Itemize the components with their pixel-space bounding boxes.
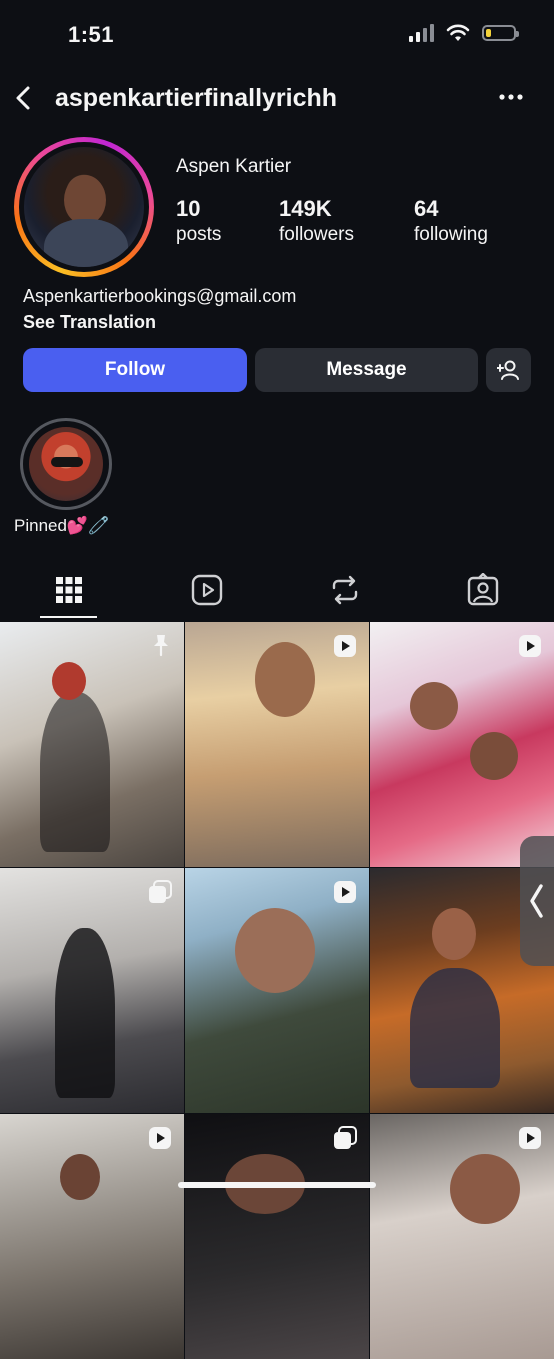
battery-icon — [482, 25, 519, 41]
stat-following[interactable]: 64 following — [414, 196, 488, 246]
person-add-icon — [496, 360, 519, 380]
pin-icon — [154, 635, 168, 657]
tab-reels-icon[interactable] — [190, 573, 224, 607]
bio-email[interactable]: Aspenkartierbookings@gmail.com — [23, 286, 296, 307]
post-thumbnail[interactable] — [0, 1114, 184, 1359]
tab-grid-icon[interactable] — [52, 573, 86, 607]
wifi-icon — [446, 24, 470, 41]
chevron-left-icon — [530, 884, 543, 918]
reel-icon — [334, 881, 356, 903]
status-time: 1:51 — [68, 22, 115, 47]
carousel-icon — [334, 1126, 357, 1149]
reel-icon — [334, 635, 356, 657]
follow-button[interactable]: Follow — [23, 348, 247, 392]
highlight-cover — [29, 427, 103, 501]
post-thumbnail[interactable] — [370, 622, 554, 867]
home-indicator[interactable] — [178, 1182, 376, 1188]
tab-tagged-icon[interactable] — [466, 573, 500, 607]
stat-label: following — [414, 224, 488, 245]
reel-icon — [519, 1127, 541, 1149]
avatar-image — [24, 147, 144, 267]
post-thumbnail[interactable] — [0, 868, 184, 1113]
stat-value: 149K — [279, 196, 332, 221]
display-name: Aspen Kartier — [176, 156, 292, 177]
more-options-icon[interactable] — [498, 86, 524, 108]
post-thumbnail[interactable] — [185, 1114, 369, 1359]
active-tab-indicator — [40, 616, 97, 618]
stat-followers[interactable]: 149K followers — [279, 196, 354, 246]
stat-value: 10 — [176, 196, 201, 221]
reel-icon — [519, 635, 541, 657]
reel-icon — [149, 1127, 171, 1149]
story-highlight-pinned[interactable] — [20, 418, 112, 510]
profile-username: aspenkartierfinallyrichh — [55, 84, 338, 112]
post-thumbnail[interactable] — [185, 622, 369, 867]
tab-reposts-icon[interactable] — [328, 573, 362, 607]
profile-avatar[interactable] — [14, 137, 154, 277]
stat-value: 64 — [414, 196, 439, 221]
stat-label: followers — [279, 224, 354, 245]
cellular-signal-icon — [409, 24, 434, 42]
add-user-button[interactable] — [486, 348, 531, 392]
status-icons — [409, 24, 519, 42]
post-thumbnail[interactable] — [185, 868, 369, 1113]
stat-label: posts — [176, 224, 222, 245]
post-thumbnail[interactable] — [0, 622, 184, 867]
chevron-left-icon[interactable] — [10, 84, 38, 112]
post-thumbnail[interactable] — [370, 1114, 554, 1359]
message-button[interactable]: Message — [255, 348, 478, 392]
stat-posts[interactable]: 10 posts — [176, 196, 221, 246]
highlight-label: Pinned💕🧷 — [14, 516, 110, 535]
battery-level — [486, 29, 491, 37]
carousel-icon — [149, 880, 172, 903]
see-translation-link[interactable]: See Translation — [23, 312, 156, 333]
profile-tabs — [0, 565, 554, 620]
side-drawer-handle[interactable] — [520, 836, 554, 966]
